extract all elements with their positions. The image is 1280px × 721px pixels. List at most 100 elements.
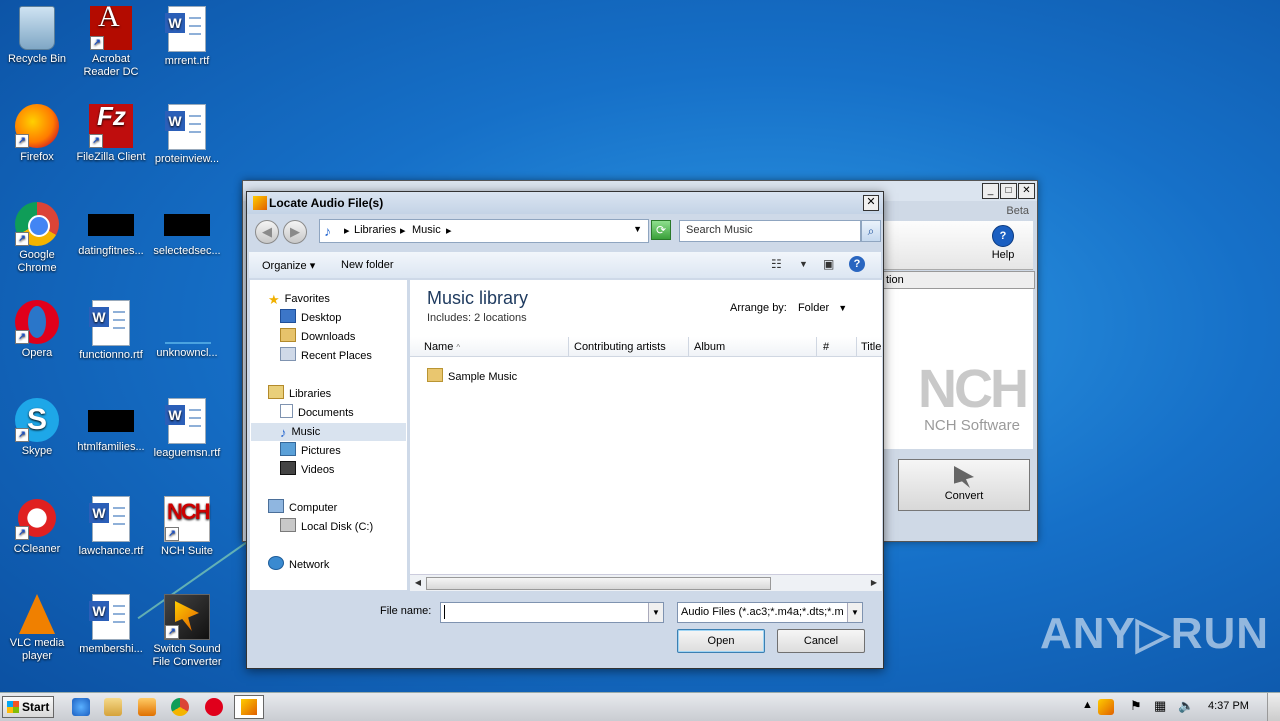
nav-music[interactable]: ♪ Music — [280, 423, 320, 441]
file-explorer-icon[interactable] — [104, 698, 122, 716]
convert-button[interactable]: Convert — [898, 459, 1030, 511]
desktop-icon-unknowncl[interactable]: unknowncl... — [150, 296, 224, 360]
column-header[interactable]: tion — [883, 271, 1035, 289]
desktop-icon-switch[interactable]: ↗ Switch Sound File Converter — [150, 590, 224, 669]
chevron-right-icon[interactable]: ▸ — [400, 224, 406, 237]
nav-pictures[interactable]: Pictures — [280, 442, 341, 460]
desktop-icon-nch-suite[interactable]: NCH ↗ NCH Suite — [150, 492, 224, 558]
address-dropdown-icon[interactable]: ▼ — [633, 224, 642, 234]
column-contributing-artists[interactable]: Contributing artists — [569, 337, 689, 357]
column-album[interactable]: Album — [689, 337, 817, 357]
column-number[interactable]: # — [817, 337, 857, 357]
view-options-icon[interactable]: ☷ — [771, 257, 782, 271]
preview-pane-icon[interactable]: ▣ — [823, 257, 834, 271]
search-input[interactable]: Search Music — [679, 220, 861, 242]
desktop-icon-opera[interactable]: ↗ Opera — [0, 296, 74, 360]
nav-desktop[interactable]: Desktop — [280, 309, 341, 327]
action-center-flag-icon[interactable]: ⚑ — [1130, 698, 1142, 714]
breadcrumb-libraries[interactable]: Libraries — [354, 224, 396, 236]
dialog-titlebar[interactable]: Locate Audio File(s) ✕ — [247, 192, 883, 214]
star-icon: ★ — [268, 292, 280, 307]
start-button[interactable]: Start — [2, 696, 54, 718]
opera-icon[interactable] — [205, 698, 223, 716]
chevron-down-icon[interactable]: ▼ — [799, 259, 808, 269]
chevron-down-icon[interactable]: ▼ — [847, 603, 862, 622]
help-icon[interactable]: ? — [849, 256, 865, 272]
chevron-right-icon[interactable]: ▸ — [344, 224, 350, 237]
desktop-icon-ccleaner[interactable]: ↗ CCleaner — [0, 492, 74, 556]
maximize-button[interactable]: □ — [1000, 183, 1017, 199]
desktop-icon-lawchance[interactable]: W lawchance.rtf — [74, 492, 148, 558]
desktop-icon-proteinview[interactable]: W proteinview... — [150, 100, 224, 166]
taskbar-switch-button[interactable] — [234, 695, 264, 719]
file-list-pane[interactable]: Music library Includes: 2 locations Arra… — [410, 280, 882, 591]
nav-videos[interactable]: Videos — [280, 461, 334, 479]
nav-documents[interactable]: Documents — [280, 404, 354, 422]
clock[interactable]: 4:37 PM — [1208, 700, 1249, 712]
blank-file-icon — [88, 410, 134, 432]
cancel-button[interactable]: Cancel — [777, 629, 865, 653]
nav-label: Recent Places — [301, 350, 372, 362]
list-item[interactable]: Sample Music — [427, 368, 517, 383]
desktop-icon-filezilla[interactable]: Fz ↗ FileZilla Client — [74, 100, 148, 164]
nav-recent-places[interactable]: Recent Places — [280, 347, 372, 365]
chevron-down-icon[interactable]: ▼ — [648, 603, 663, 622]
desktop-icon-recycle-bin[interactable]: Recycle Bin — [0, 2, 74, 66]
desktop-icon-label: Google Chrome — [17, 249, 57, 274]
chrome-icon[interactable] — [171, 698, 189, 716]
forward-button[interactable]: ▶ — [283, 220, 307, 244]
desktop-icon-firefox[interactable]: ↗ Firefox — [0, 100, 74, 164]
arrange-value[interactable]: Folder — [798, 302, 829, 314]
desktop-icon-chrome[interactable]: ↗ Google Chrome — [0, 198, 74, 275]
scroll-left-icon[interactable]: ◀ — [412, 577, 424, 589]
desktop-icon-functionno[interactable]: W functionno.rtf — [74, 296, 148, 362]
volume-icon[interactable]: 🔈 — [1178, 698, 1194, 714]
address-bar[interactable]: ♪ ▸ Libraries ▸ Music ▸ ▼ — [319, 219, 649, 243]
chevron-right-icon[interactable]: ▸ — [446, 224, 452, 237]
arrange-by[interactable]: Arrange by: Folder ▼ — [730, 302, 847, 314]
desktop-icon-leaguemsn[interactable]: W leaguemsn.rtf — [150, 394, 224, 460]
show-hidden-icons[interactable]: ▲ — [1082, 699, 1093, 711]
back-button[interactable]: ◀ — [255, 220, 279, 244]
dialog-close-button[interactable]: ✕ — [863, 195, 879, 211]
nav-libraries[interactable]: Libraries — [268, 385, 331, 403]
desktop-icon-selectedsec[interactable]: selectedsec... — [150, 198, 224, 258]
column-title[interactable]: Title — [857, 337, 882, 357]
desktop-icon-mrrent[interactable]: W mrrent.rtf — [150, 2, 224, 68]
desktop-icon-vlc[interactable]: VLC media player — [0, 590, 74, 663]
minimize-button[interactable]: _ — [982, 183, 999, 199]
organize-button[interactable]: Organize ▾ — [262, 259, 315, 272]
file-list-area[interactable]: NCH NCH Software — [883, 289, 1033, 449]
chevron-down-icon[interactable]: ▼ — [838, 303, 847, 313]
internet-explorer-icon[interactable] — [72, 698, 90, 716]
horizontal-scrollbar[interactable]: ◀ ▶ — [410, 574, 882, 591]
close-button[interactable]: ✕ — [1018, 183, 1035, 199]
nav-local-disk[interactable]: Local Disk (C:) — [280, 518, 373, 536]
file-type-select[interactable]: Audio Files (*.ac3;*.m4a;*.dts;*.m ▼ — [677, 602, 863, 623]
media-player-icon[interactable] — [138, 698, 156, 716]
help-button[interactable]: ? Help — [983, 225, 1023, 261]
desktop-icon-datingfitness[interactable]: datingfitnes... — [74, 198, 148, 258]
search-icon[interactable]: ⌕ — [861, 220, 881, 242]
show-desktop-button[interactable] — [1267, 693, 1280, 721]
switch-tray-icon[interactable] — [1098, 699, 1114, 715]
desktop-icon-membership[interactable]: W membershi... — [74, 590, 148, 656]
nav-network[interactable]: Network — [268, 556, 329, 574]
nav-downloads[interactable]: Downloads — [280, 328, 355, 346]
nav-favorites[interactable]: ★ Favorites — [268, 290, 330, 308]
network-tray-icon[interactable]: ▦ — [1154, 698, 1166, 714]
nav-computer[interactable]: Computer — [268, 499, 337, 517]
file-name-input[interactable]: ▼ — [440, 602, 664, 623]
refresh-icon[interactable]: ⟳ — [651, 220, 671, 240]
breadcrumb-music[interactable]: Music — [412, 224, 441, 236]
column-label: # — [823, 341, 830, 353]
scroll-right-icon[interactable]: ▶ — [868, 577, 880, 589]
desktop-icon-acrobat[interactable]: A ↗ Acrobat Reader DC — [74, 2, 148, 79]
locate-audio-dialog[interactable]: Locate Audio File(s) ✕ ◀ ▶ ♪ ▸ Libraries… — [246, 191, 884, 669]
open-button[interactable]: Open — [677, 629, 765, 653]
scrollbar-thumb[interactable] — [426, 577, 771, 590]
desktop-icon-skype[interactable]: S ↗ Skype — [0, 394, 74, 458]
desktop-icon-htmlfamilies[interactable]: htmlfamilies... — [74, 394, 148, 454]
new-folder-button[interactable]: New folder — [341, 259, 394, 271]
column-name[interactable]: Name ^ — [410, 337, 569, 357]
